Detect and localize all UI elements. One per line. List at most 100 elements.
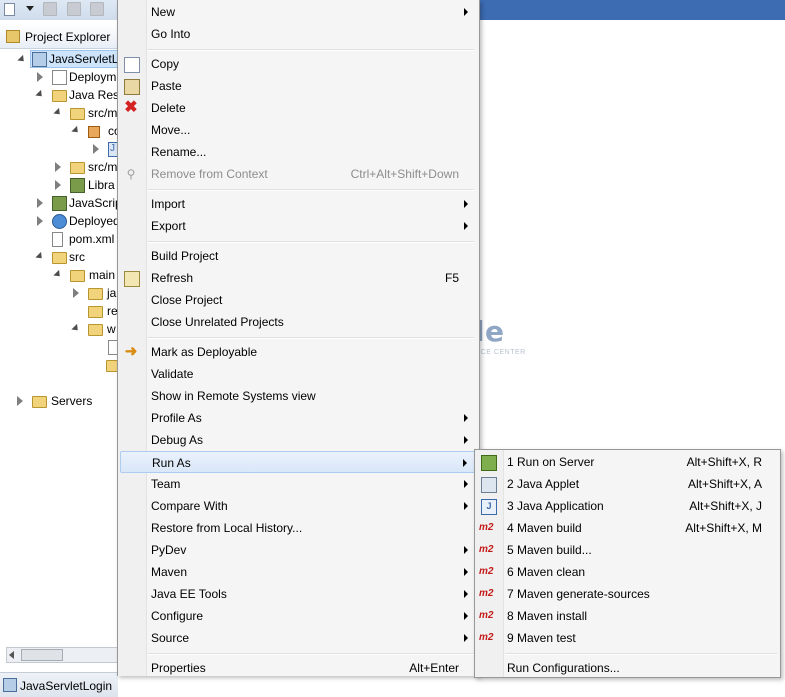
menu-item-team[interactable]: Team: [118, 473, 479, 495]
menu-item-label: Rename...: [151, 145, 207, 159]
menu-item-compare-with[interactable]: Compare With: [118, 495, 479, 517]
menu-item-maven-build[interactable]: m2 4 Maven build Alt+Shift+X, M: [475, 517, 780, 539]
menu-item-export[interactable]: Export: [118, 215, 479, 237]
submenu-arrow-icon: [464, 502, 468, 510]
deployment-descriptor-icon: [52, 70, 67, 85]
menu-item-configure[interactable]: Configure: [118, 605, 479, 627]
menu-item-go-into[interactable]: Go Into: [118, 23, 479, 45]
paste-icon: [124, 79, 140, 95]
collapse-arrow-icon[interactable]: [17, 396, 23, 406]
menu-item-label: New: [151, 5, 176, 19]
expand-arrow-icon[interactable]: [53, 269, 63, 280]
menu-item-label: Configure: [151, 609, 204, 623]
expand-arrow-icon[interactable]: [35, 251, 45, 262]
menu-item-maven[interactable]: Maven: [118, 561, 479, 583]
editor-title-bar: [477, 0, 785, 20]
tree-item-label: src/m: [88, 160, 118, 174]
menu-item-label: Import: [151, 197, 186, 211]
menu-item-label: Debug As: [151, 433, 204, 447]
menu-item-profile-as[interactable]: Profile As: [118, 407, 479, 429]
menu-item-shortcut: Alt+Shift+X, R: [686, 455, 762, 469]
menu-item-rename[interactable]: Rename...: [118, 141, 479, 163]
save-all-icon[interactable]: [67, 2, 81, 16]
menu-item-label: 1 Run on Server: [507, 455, 595, 469]
tree-item-label: JavaScrip: [69, 196, 122, 210]
menu-item-run-on-server[interactable]: 1 Run on Server Alt+Shift+X, R: [475, 451, 780, 473]
expand-arrow-icon[interactable]: [35, 89, 45, 100]
folder-icon: [6, 30, 20, 43]
menu-item-pydev[interactable]: PyDev: [118, 539, 479, 561]
menu-item-label: 6 Maven clean: [507, 565, 586, 579]
expand-arrow-icon[interactable]: [71, 125, 81, 136]
expand-arrow-icon[interactable]: [17, 54, 27, 65]
menu-item-java-ee-tools[interactable]: Java EE Tools: [118, 583, 479, 605]
menu-separator: [148, 49, 474, 51]
context-menu: New Go Into Copy Paste ✖ Delete Move... …: [117, 0, 480, 676]
collapse-arrow-icon[interactable]: [73, 288, 79, 298]
save-icon[interactable]: [43, 2, 57, 16]
tree-item-label: src: [69, 250, 85, 264]
menu-item-shortcut: Ctrl+Alt+Shift+Down: [350, 167, 459, 181]
submenu-arrow-icon: [464, 612, 468, 620]
submenu-arrow-icon: [464, 200, 468, 208]
scroll-left-icon[interactable]: [9, 651, 14, 659]
scrollbar-thumb[interactable]: [21, 649, 63, 661]
remove-context-icon: ⚲: [126, 167, 136, 181]
menu-item-maven-install[interactable]: m2 8 Maven install: [475, 605, 780, 627]
folder-icon: [52, 252, 67, 264]
project-explorer-tab[interactable]: Project Explorer: [0, 24, 118, 49]
menu-item-debug-as[interactable]: Debug As: [118, 429, 479, 451]
menu-item-label: 5 Maven build...: [507, 543, 592, 557]
menu-item-new[interactable]: New: [118, 1, 479, 23]
status-text: JavaServletLogin: [20, 679, 113, 693]
menu-item-close-project[interactable]: Close Project: [118, 289, 479, 311]
menu-item-validate[interactable]: Validate: [118, 363, 479, 385]
menu-item-label: Validate: [151, 367, 194, 381]
menu-separator: [148, 241, 474, 243]
collapse-arrow-icon[interactable]: [55, 180, 61, 190]
collapse-arrow-icon[interactable]: [37, 72, 43, 82]
menu-item-copy[interactable]: Copy: [118, 53, 479, 75]
collapse-arrow-icon[interactable]: [37, 198, 43, 208]
menu-item-label: Export: [151, 219, 186, 233]
menu-item-move[interactable]: Move...: [118, 119, 479, 141]
menu-item-maven-clean[interactable]: m2 6 Maven clean: [475, 561, 780, 583]
menu-item-close-unrelated-projects[interactable]: Close Unrelated Projects: [118, 311, 479, 333]
menu-item-build-project[interactable]: Build Project: [118, 245, 479, 267]
menu-item-java-application[interactable]: J 3 Java Application Alt+Shift+X, J: [475, 495, 780, 517]
menu-item-maven-generate-sources[interactable]: m2 7 Maven generate-sources: [475, 583, 780, 605]
horizontal-scrollbar[interactable]: [6, 647, 118, 663]
menu-item-maven-build-dialog[interactable]: m2 5 Maven build...: [475, 539, 780, 561]
new-file-icon[interactable]: [2, 2, 16, 16]
collapse-arrow-icon[interactable]: [37, 216, 43, 226]
menu-item-delete[interactable]: ✖ Delete: [118, 97, 479, 119]
menu-item-run-as[interactable]: Run As: [120, 451, 477, 473]
expand-arrow-icon[interactable]: [71, 323, 81, 334]
menu-item-import[interactable]: Import: [118, 193, 479, 215]
editor-area: [477, 20, 785, 450]
menu-item-java-applet[interactable]: 2 Java Applet Alt+Shift+X, A: [475, 473, 780, 495]
menu-item-paste[interactable]: Paste: [118, 75, 479, 97]
submenu-arrow-icon: [464, 480, 468, 488]
menu-item-label: Team: [151, 477, 181, 491]
tree-item-project[interactable]: JavaServletLo: [30, 50, 125, 68]
menu-item-label: Java EE Tools: [151, 587, 227, 601]
chevron-down-icon[interactable]: [26, 6, 34, 11]
collapse-arrow-icon[interactable]: [55, 162, 61, 172]
menu-item-mark-as-deployable[interactable]: ➜ Mark as Deployable: [118, 341, 479, 363]
project-icon: [32, 52, 47, 67]
menu-item-label: Source: [151, 631, 190, 645]
tree-item-label: Deploym: [69, 70, 117, 84]
collapse-arrow-icon[interactable]: [93, 144, 99, 154]
print-icon[interactable]: [90, 2, 104, 16]
menu-item-show-in-remote-systems[interactable]: Show in Remote Systems view: [118, 385, 479, 407]
menu-item-label: Run As: [152, 456, 191, 470]
menu-item-refresh[interactable]: Refresh F5: [118, 267, 479, 289]
menu-item-maven-test[interactable]: m2 9 Maven test: [475, 627, 780, 649]
tree-item-label: src/m: [88, 106, 118, 120]
menu-item-restore-from-local-history[interactable]: Restore from Local History...: [118, 517, 479, 539]
expand-arrow-icon[interactable]: [53, 107, 63, 118]
menu-item-label: Refresh: [151, 271, 194, 285]
menu-item-source[interactable]: Source: [118, 627, 479, 649]
menu-item-shortcut: Alt+Shift+X, J: [689, 499, 762, 513]
